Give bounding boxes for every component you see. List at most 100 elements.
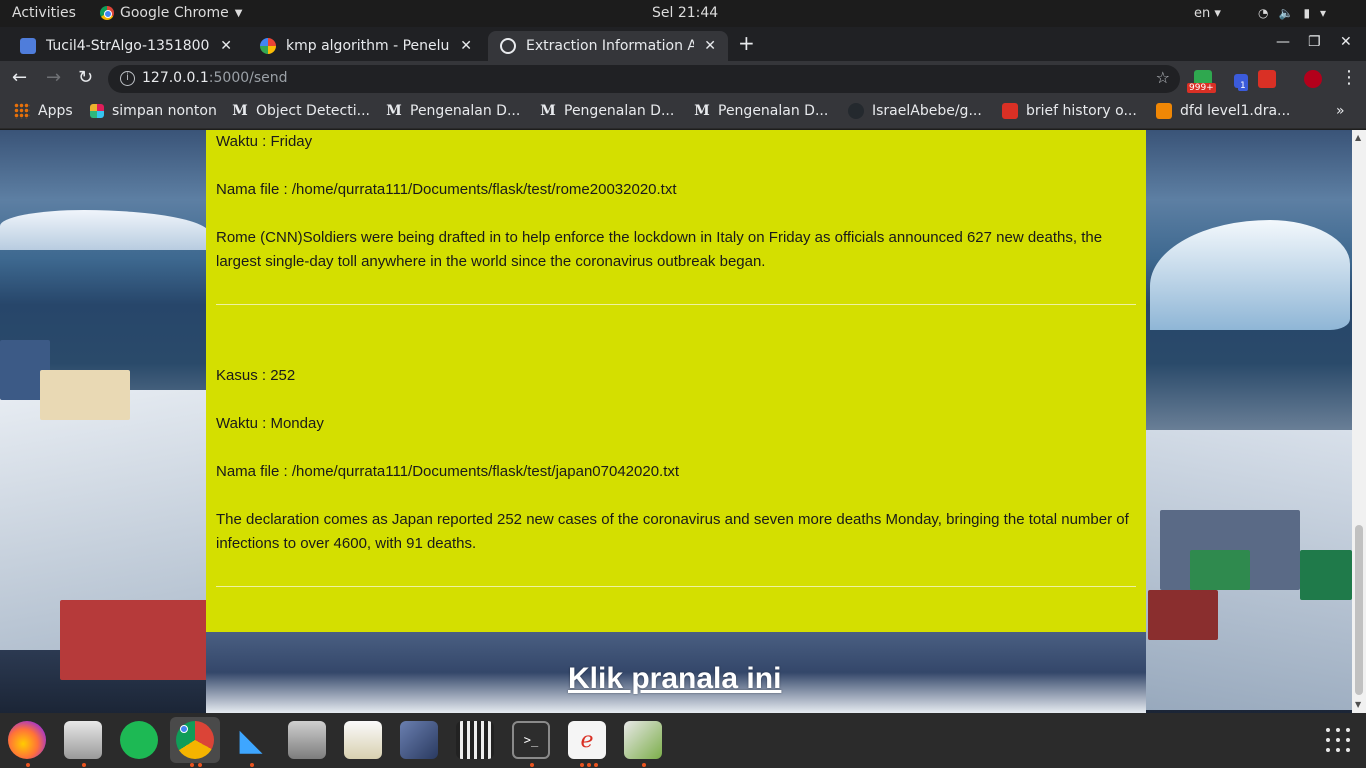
files-icon[interactable] <box>64 721 102 759</box>
terminal-icon[interactable]: >_ <box>512 721 550 759</box>
bookmark-brief-history[interactable]: brief history o... <box>1002 103 1137 119</box>
bookmark-label: brief history o... <box>1026 103 1137 119</box>
close-window-icon[interactable]: ✕ <box>1340 34 1352 50</box>
entry2-waktu: Waktu : Monday <box>216 415 324 432</box>
page-viewport: Waktu : Friday Nama file : /home/qurrata… <box>0 130 1352 713</box>
docs-icon <box>20 38 36 54</box>
entry1-waktu: Waktu : Friday <box>216 133 313 150</box>
show-applications-icon[interactable] <box>1326 728 1350 752</box>
back-button[interactable]: ← <box>12 67 27 88</box>
klik-pranala-link[interactable]: Klik pranala ini <box>568 662 781 696</box>
google-icon <box>260 38 276 54</box>
system-status-area[interactable]: ◔ 🔈 ▮ ▾ <box>1258 6 1326 20</box>
video-editor-icon[interactable] <box>456 721 494 759</box>
globe-icon <box>500 38 516 54</box>
running-indicator <box>190 763 194 767</box>
chevron-down-icon: ▼ <box>234 7 243 19</box>
firefox-icon[interactable] <box>8 721 46 759</box>
language-indicator[interactable]: en ▾ <box>1194 6 1221 21</box>
image-viewer-icon[interactable] <box>624 721 662 759</box>
screenshot-icon[interactable] <box>288 721 326 759</box>
tab-extraction-app[interactable]: Extraction Information Ap ✕ <box>488 31 728 61</box>
spotify-icon[interactable] <box>120 721 158 759</box>
running-indicator <box>26 763 30 767</box>
bookmark-label: dfd level1.dra... <box>1180 103 1291 119</box>
chrome-menu-icon[interactable]: ⋮ <box>1340 67 1358 88</box>
house <box>1148 590 1218 640</box>
forward-button[interactable]: → <box>46 67 61 88</box>
iceberg-left <box>0 210 210 250</box>
dictionary-icon[interactable] <box>400 721 438 759</box>
pdf-extension-icon[interactable] <box>1258 70 1276 88</box>
clock[interactable]: Sel 21:44 <box>652 5 718 21</box>
close-icon[interactable]: ✕ <box>220 38 232 54</box>
url-text: 127.0.0.1:5000/send <box>142 70 288 86</box>
chevron-down-icon: ▾ <box>1320 6 1327 20</box>
grid-dot <box>1346 738 1350 742</box>
bookmark-label: Pengenalan D... <box>718 103 829 119</box>
bookmark-pengenalan-2[interactable]: M Pengenalan D... <box>540 103 674 119</box>
bookmark-apps[interactable]: Apps <box>14 103 73 119</box>
close-icon[interactable]: ✕ <box>460 38 472 54</box>
address-bar[interactable]: i 127.0.0.1:5000/send ☆ <box>108 65 1180 93</box>
app-menu[interactable]: Google Chrome ▼ <box>100 5 242 21</box>
maximize-icon[interactable]: ❐ <box>1308 34 1321 50</box>
bookmark-label: Pengenalan D... <box>410 103 521 119</box>
scroll-down-arrow-icon[interactable]: ▼ <box>1355 700 1361 709</box>
tab-google-search[interactable]: kmp algorithm - Penelusu ✕ <box>248 31 484 61</box>
house <box>1190 550 1250 590</box>
bookmark-star-icon[interactable]: ☆ <box>1156 68 1170 87</box>
entry2-nama-file: Nama file : /home/qurrata111/Documents/f… <box>216 463 680 480</box>
vscode-icon[interactable]: ◣ <box>232 721 270 759</box>
info-icon[interactable]: i <box>120 71 135 86</box>
medium-icon: M <box>540 103 556 119</box>
battery-icon: ▮ <box>1303 6 1311 20</box>
bookmark-label: Object Detecti... <box>256 103 370 119</box>
scrollbar-thumb[interactable] <box>1355 525 1363 695</box>
iceberg-right <box>1150 220 1350 330</box>
minimize-icon[interactable]: — <box>1276 34 1290 50</box>
app-menu-label: Google Chrome <box>120 5 229 21</box>
entry1-kalimat: Rome (CNN)Soldiers were being drafted in… <box>216 229 1103 270</box>
tab-title: Tucil4-StrAlgo-13518004 - <box>46 38 211 54</box>
chrome-icon <box>100 6 114 20</box>
entry2-kasus: Kasus : 252 <box>216 367 296 384</box>
running-indicator <box>580 763 584 767</box>
slack-icon <box>90 104 104 118</box>
tab-title: kmp algorithm - Penelusu <box>286 38 451 54</box>
activities-button[interactable]: Activities <box>12 5 76 21</box>
page-scrollbar[interactable]: ▲ ▼ <box>1352 130 1366 713</box>
scroll-up-arrow-icon[interactable]: ▲ <box>1355 133 1361 142</box>
bookmark-github[interactable]: IsraelAbebe/g... <box>848 103 982 119</box>
chrome-dock-icon[interactable] <box>170 717 220 763</box>
extension-badge: 999+ <box>1187 83 1216 93</box>
reload-button[interactable]: ↻ <box>78 67 93 88</box>
grid-dot <box>1336 728 1340 732</box>
more-bookmarks-icon[interactable]: » <box>1336 103 1345 119</box>
close-icon[interactable]: ✕ <box>704 38 716 54</box>
new-tab-button[interactable]: + <box>738 31 755 55</box>
results-panel: Waktu : Friday Nama file : /home/qurrata… <box>206 130 1146 632</box>
bookmark-simpan-nonton[interactable]: simpan nonton <box>90 103 217 119</box>
running-indicator <box>198 763 202 767</box>
bookmark-pengenalan-1[interactable]: M Pengenalan D... <box>386 103 520 119</box>
medium-icon: M <box>386 103 402 119</box>
bookmark-pengenalan-3[interactable]: M Pengenalan D... <box>694 103 828 119</box>
github-icon <box>848 103 864 119</box>
chrome-icon <box>176 721 214 759</box>
running-indicator <box>250 763 254 767</box>
running-indicator <box>642 763 646 767</box>
tab-docs[interactable]: Tucil4-StrAlgo-13518004 - ✕ <box>8 31 244 61</box>
grid-dot <box>1336 748 1340 752</box>
bookmarks-bar: Apps simpan nonton M Object Detecti... M… <box>0 97 1366 129</box>
text-editor-icon[interactable] <box>344 721 382 759</box>
pdf-viewer-icon[interactable]: ℯ <box>568 721 606 759</box>
apps-grid-icon <box>14 103 30 119</box>
bookmark-dfd-level1[interactable]: dfd level1.dra... <box>1156 103 1290 119</box>
bookmark-object-detection[interactable]: M Object Detecti... <box>232 103 370 119</box>
system-top-bar: Activities Google Chrome ▼ Sel 21:44 en … <box>0 0 1366 27</box>
language-label: en <box>1194 6 1211 21</box>
running-indicator <box>82 763 86 767</box>
recorder-extension-icon[interactable] <box>1304 70 1322 88</box>
running-indicator <box>530 763 534 767</box>
